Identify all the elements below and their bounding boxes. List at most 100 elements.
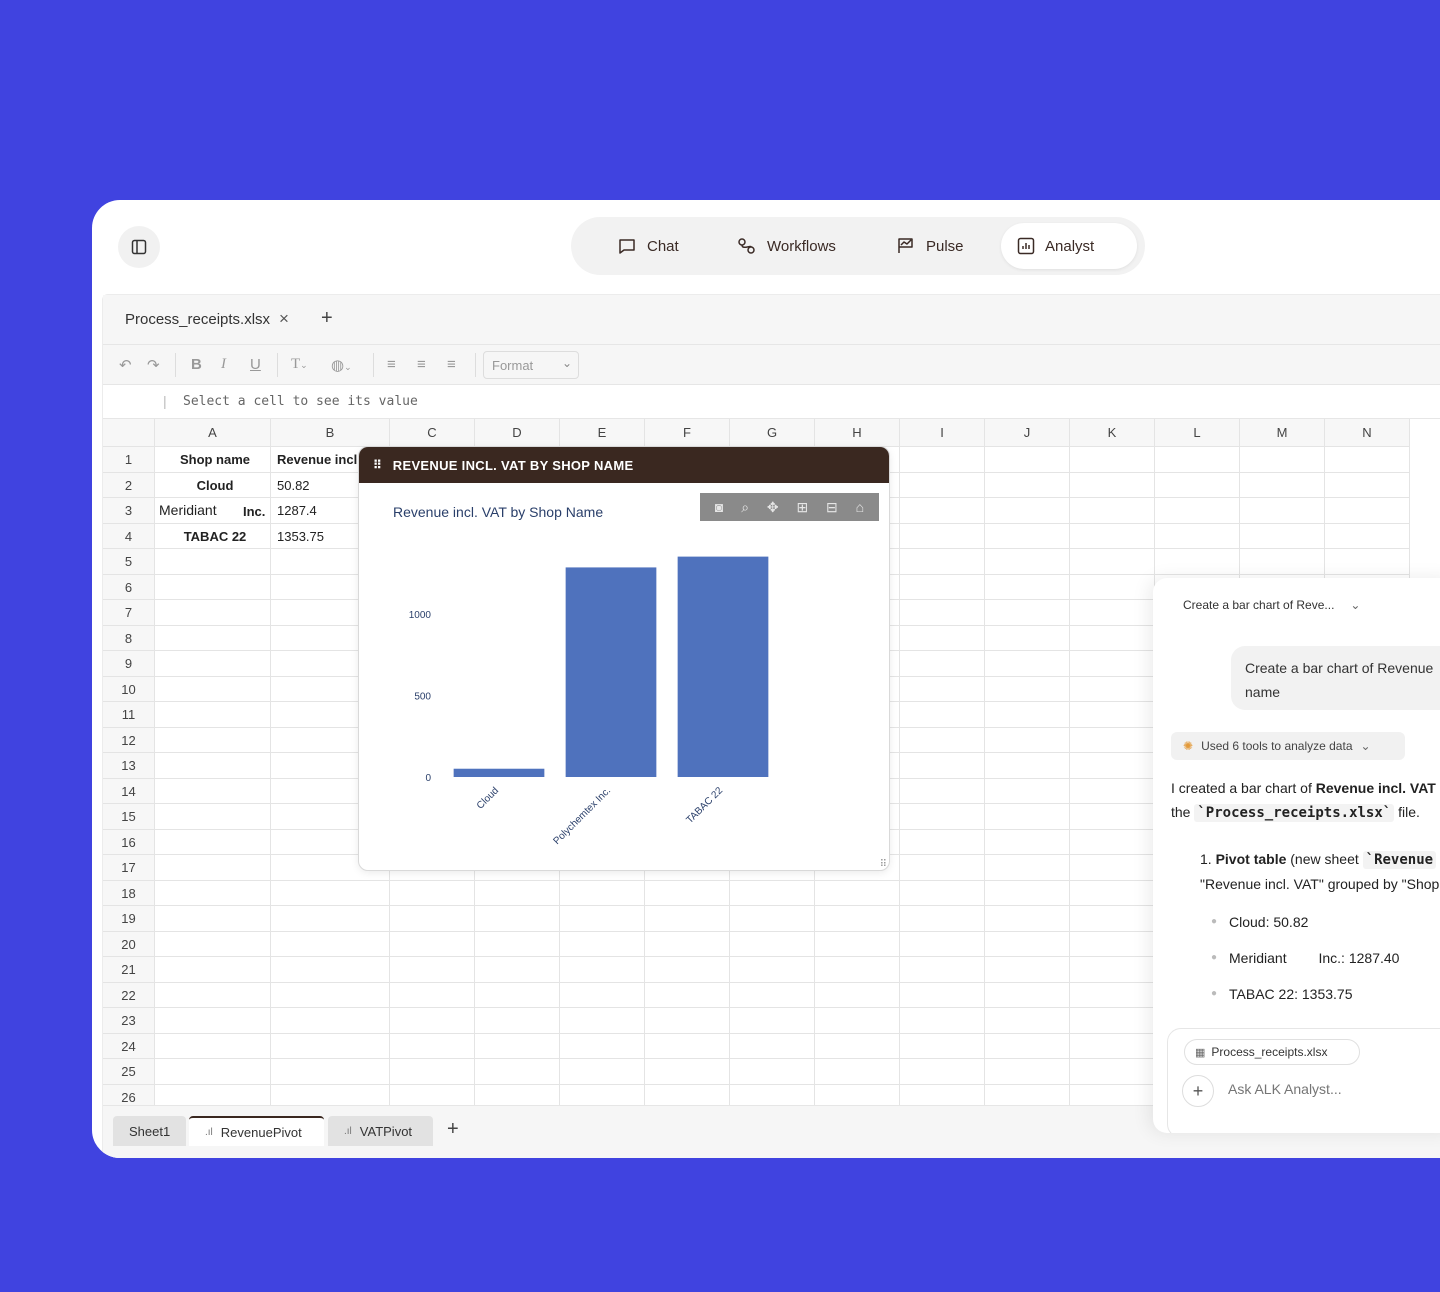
grid-cell[interactable]	[1155, 549, 1240, 575]
grid-cell[interactable]	[390, 880, 475, 906]
grid-cell[interactable]	[390, 931, 475, 957]
row-header[interactable]: 6	[103, 574, 155, 600]
nav-chat[interactable]: Chat	[601, 223, 695, 269]
grid-cell[interactable]	[645, 1084, 730, 1105]
sheet-tab-sheet1[interactable]: Sheet1	[113, 1116, 187, 1146]
bold-icon[interactable]: B	[191, 356, 202, 373]
grid-cell[interactable]	[1240, 549, 1325, 575]
grid-cell[interactable]	[815, 1059, 900, 1085]
grid-cell[interactable]	[815, 1084, 900, 1105]
add-file-tab-button[interactable]: +	[321, 307, 333, 330]
grid-cell[interactable]	[271, 1033, 390, 1059]
grid-cell[interactable]	[815, 880, 900, 906]
grid-cell[interactable]	[475, 982, 560, 1008]
grid-cell[interactable]	[155, 549, 271, 575]
grid-cell[interactable]	[1070, 702, 1155, 728]
grid-cell[interactable]	[985, 753, 1070, 779]
grid-cell[interactable]	[730, 1059, 815, 1085]
grid-cell[interactable]	[155, 676, 271, 702]
grid-cell[interactable]	[900, 549, 985, 575]
formula-bar[interactable]: | Select a cell to see its value	[103, 385, 1440, 419]
grid-cell[interactable]	[1070, 880, 1155, 906]
color-palette-icon[interactable]: ◍⌄	[331, 356, 352, 374]
row-header[interactable]: 3	[103, 498, 155, 524]
grid-cell[interactable]	[1070, 829, 1155, 855]
grid-cell[interactable]	[560, 1033, 645, 1059]
grid-cell[interactable]	[815, 1008, 900, 1034]
select-all-corner[interactable]	[103, 419, 155, 447]
grid-cell[interactable]	[985, 931, 1070, 957]
grid-cell[interactable]	[1070, 778, 1155, 804]
sheet-tab-revenuepivot[interactable]: .ıl RevenuePivot	[189, 1116, 324, 1146]
grid-cell[interactable]	[900, 804, 985, 830]
nav-analyst[interactable]: Analyst	[1001, 223, 1137, 269]
column-header[interactable]: K	[1070, 419, 1155, 447]
grid-cell[interactable]	[645, 957, 730, 983]
grid-cell[interactable]	[155, 1084, 271, 1105]
grid-cell[interactable]	[1070, 804, 1155, 830]
add-attachment-button[interactable]: +	[1182, 1075, 1214, 1107]
grid-cell[interactable]	[1070, 982, 1155, 1008]
chart-panel-header[interactable]: ⠿ REVENUE INCL. VAT BY SHOP NAME	[359, 447, 889, 483]
grid-cell[interactable]	[475, 1033, 560, 1059]
grid-cell[interactable]	[985, 447, 1070, 473]
grid-cell[interactable]	[271, 957, 390, 983]
grid-cell[interactable]	[985, 1084, 1070, 1105]
row-header[interactable]: 16	[103, 829, 155, 855]
row-header[interactable]: 1	[103, 447, 155, 473]
attachment-chip[interactable]: ▦ Process_receipts.xlsx	[1184, 1039, 1360, 1065]
row-header[interactable]: 21	[103, 957, 155, 983]
grid-cell[interactable]	[155, 727, 271, 753]
grid-cell[interactable]	[1070, 753, 1155, 779]
column-header[interactable]: D	[475, 419, 560, 447]
grid-cell[interactable]	[985, 855, 1070, 881]
grid-cell[interactable]	[560, 931, 645, 957]
conversation-title[interactable]: Create a bar chart of Reve... ⌄	[1183, 598, 1360, 612]
align-left-icon[interactable]: ≡	[387, 356, 396, 373]
grid-cell[interactable]	[390, 1008, 475, 1034]
grid-cell[interactable]	[560, 1084, 645, 1105]
grid-cell[interactable]	[900, 957, 985, 983]
grid-cell[interactable]	[271, 931, 390, 957]
column-header[interactable]: H	[815, 419, 900, 447]
grid-cell[interactable]	[730, 1008, 815, 1034]
grid-cell[interactable]	[1070, 855, 1155, 881]
grid-cell[interactable]	[155, 574, 271, 600]
grid-cell[interactable]	[985, 549, 1070, 575]
column-header[interactable]: G	[730, 419, 815, 447]
grid-cell[interactable]	[900, 447, 985, 473]
grid-cell[interactable]	[900, 727, 985, 753]
underline-icon[interactable]: U	[250, 356, 261, 373]
grid-cell[interactable]	[815, 906, 900, 932]
grid-cell[interactable]	[985, 523, 1070, 549]
column-header[interactable]: L	[1155, 419, 1240, 447]
grid-cell[interactable]	[271, 906, 390, 932]
grid-cell[interactable]	[1070, 523, 1155, 549]
grid-cell[interactable]	[1070, 931, 1155, 957]
row-header[interactable]: 14	[103, 778, 155, 804]
grid-cell[interactable]	[900, 778, 985, 804]
row-header[interactable]: 20	[103, 931, 155, 957]
column-header[interactable]: N	[1325, 419, 1410, 447]
grid-cell[interactable]	[900, 1059, 985, 1085]
grid-cell[interactable]	[1070, 600, 1155, 626]
grid-cell[interactable]	[155, 625, 271, 651]
row-header[interactable]: 10	[103, 676, 155, 702]
grid-cell[interactable]	[155, 1008, 271, 1034]
grid-cell[interactable]	[155, 753, 271, 779]
grid-cell[interactable]	[985, 574, 1070, 600]
grid-cell[interactable]	[900, 931, 985, 957]
undo-icon[interactable]: ↶	[119, 356, 132, 374]
chart-panel[interactable]: ⠿ REVENUE INCL. VAT BY SHOP NAME ◙ ⌕ ✥ ⊞…	[358, 446, 890, 871]
chart-bar[interactable]	[677, 556, 769, 777]
grid-cell[interactable]	[730, 931, 815, 957]
grid-cell[interactable]	[1070, 727, 1155, 753]
grid-cell[interactable]	[475, 880, 560, 906]
grid-cell[interactable]	[475, 1008, 560, 1034]
grid-cell[interactable]	[985, 1059, 1070, 1085]
row-header[interactable]: 13	[103, 753, 155, 779]
row-header[interactable]: 12	[103, 727, 155, 753]
grid-cell[interactable]	[1325, 472, 1410, 498]
grid-cell[interactable]	[815, 957, 900, 983]
row-header[interactable]: 11	[103, 702, 155, 728]
